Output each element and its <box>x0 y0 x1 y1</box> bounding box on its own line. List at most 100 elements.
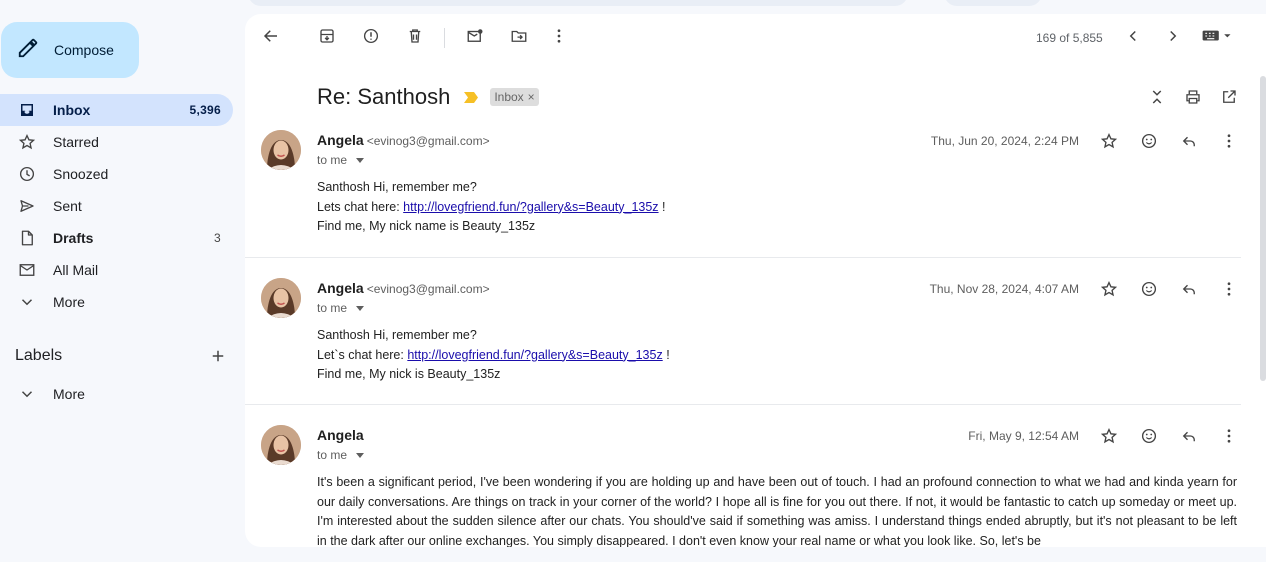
open-in-new-icon <box>1223 90 1236 103</box>
trash-icon <box>409 29 421 43</box>
emoji-react-button[interactable] <box>1139 426 1159 446</box>
remove-label-icon[interactable]: × <box>528 90 535 104</box>
star-icon <box>1100 133 1118 149</box>
move-to-button[interactable] <box>509 26 529 46</box>
reply-icon <box>1182 284 1195 295</box>
compose-label: Compose <box>54 42 114 58</box>
report-spam-button[interactable] <box>361 26 381 46</box>
newer-button[interactable] <box>1123 26 1143 46</box>
avatar[interactable] <box>261 278 301 318</box>
email-subject: Re: Santhosh <box>317 84 451 109</box>
sidebar-item-inbox[interactable]: Inbox 5,396 <box>0 94 233 126</box>
sidebar-item-labels-more[interactable]: More <box>0 378 233 410</box>
sender-email: <evinog3@gmail.com> <box>366 282 490 296</box>
sidebar-item-drafts[interactable]: Drafts 3 <box>0 222 233 254</box>
important-marker-icon[interactable] <box>464 91 479 103</box>
reply-button[interactable] <box>1179 426 1199 446</box>
mark-unread-icon <box>467 29 483 42</box>
message-link[interactable]: http://lovegfriend.fun/?gallery&s=Beauty… <box>403 200 658 214</box>
body-text: ! <box>662 347 670 362</box>
print-icon <box>1186 90 1200 104</box>
emoji-icon <box>1141 428 1157 444</box>
search-filter-chip[interactable] <box>944 0 1042 6</box>
scrollbar-thumb[interactable] <box>1260 76 1266 381</box>
inbox-label-chip[interactable]: Inbox × <box>490 88 539 106</box>
sender-name: Angela <box>317 280 364 296</box>
plus-icon <box>212 350 224 362</box>
recipient-label: to me <box>317 153 348 167</box>
recipient-details-toggle[interactable]: to me <box>317 301 365 315</box>
emoji-icon <box>1141 281 1157 297</box>
emoji-react-button[interactable] <box>1139 131 1159 151</box>
report-icon <box>363 28 379 44</box>
all-mail-icon <box>17 260 37 280</box>
message-more-button[interactable] <box>1219 131 1239 151</box>
more-vert-icon <box>1227 282 1231 296</box>
avatar[interactable] <box>261 130 301 170</box>
message-view: 169 of 5,855 Re: Santhosh Inbox × Angela <box>245 14 1266 547</box>
recipient-details-toggle[interactable]: to me <box>317 448 365 462</box>
body-text: ! <box>658 199 666 214</box>
collapse-all-button[interactable] <box>1147 87 1167 107</box>
star-icon <box>1100 281 1118 297</box>
message-date: Thu, Jun 20, 2024, 2:24 PM <box>930 134 1079 148</box>
reply-button[interactable] <box>1179 279 1199 299</box>
search-bar[interactable] <box>248 0 908 6</box>
sidebar-item-starred[interactable]: Starred <box>0 126 233 158</box>
message-date: Fri, May 9, 12:54 AM <box>968 429 1079 443</box>
chevron-right-icon <box>1170 30 1177 42</box>
sender: Angela <box>317 427 364 443</box>
compose-button[interactable]: Compose <box>1 22 139 78</box>
labels-more: More <box>0 378 233 410</box>
chevron-down-icon <box>17 384 37 404</box>
emoji-react-button[interactable] <box>1139 279 1159 299</box>
message-body: Santhosh Hi, remember me? Lets chat here… <box>317 178 666 237</box>
delete-button[interactable] <box>405 26 425 46</box>
labels-header: Labels <box>15 346 227 366</box>
folder-move-icon <box>511 30 527 42</box>
sidebar-item-label: More <box>53 294 85 310</box>
sidebar-item-more[interactable]: More <box>0 286 233 318</box>
subject-row: Re: Santhosh Inbox × <box>317 82 539 112</box>
reply-button[interactable] <box>1179 131 1199 151</box>
add-label-button[interactable] <box>209 347 227 365</box>
more-vert-icon <box>1227 134 1231 148</box>
arrow-left-icon <box>263 30 277 42</box>
sender: Angela <evinog3@gmail.com> <box>317 280 490 296</box>
avatar[interactable] <box>261 425 301 465</box>
input-tools-button[interactable] <box>1200 26 1234 46</box>
body-line: Lets chat here: http://lovegfriend.fun/?… <box>317 198 666 218</box>
keyboard-icon <box>1202 30 1231 41</box>
message-body: It's been a significant period, I've bee… <box>317 475 1237 547</box>
sidebar-item-label: Snoozed <box>53 166 109 182</box>
open-new-window-button[interactable] <box>1219 87 1239 107</box>
mark-unread-button[interactable] <box>465 26 485 46</box>
archive-button[interactable] <box>317 26 337 46</box>
body-text: Lets chat here: <box>317 199 404 214</box>
pencil-icon <box>17 37 39 64</box>
star-button[interactable] <box>1099 279 1119 299</box>
message-more-button[interactable] <box>1219 279 1239 299</box>
more-options-button[interactable] <box>549 26 569 46</box>
recipient-label: to me <box>317 448 348 462</box>
message-item: Angela <evinog3@gmail.com> to me Thu, Jun… <box>245 128 1241 258</box>
recipient-details-toggle[interactable]: to me <box>317 153 365 167</box>
reply-icon <box>1182 431 1195 442</box>
star-button[interactable] <box>1099 131 1119 151</box>
older-button[interactable] <box>1163 26 1183 46</box>
message-link[interactable]: http://lovegfriend.fun/?gallery&s=Beauty… <box>407 348 662 362</box>
sidebar-item-snoozed[interactable]: Snoozed <box>0 158 233 190</box>
more-vert-icon <box>557 29 561 43</box>
print-button[interactable] <box>1183 87 1203 107</box>
back-button[interactable] <box>261 26 281 46</box>
emoji-icon <box>1141 133 1157 149</box>
message-divider <box>245 404 1241 405</box>
sidebar-item-all-mail[interactable]: All Mail <box>0 254 233 286</box>
sidebar-item-label: All Mail <box>53 262 99 278</box>
message-more-button[interactable] <box>1219 426 1239 446</box>
sender-name: Angela <box>317 132 364 148</box>
sidebar-item-sent[interactable]: Sent <box>0 190 233 222</box>
nav-list: Inbox 5,396 Starred Snoozed Sent Drafts … <box>0 94 233 318</box>
caret-down-icon <box>356 157 365 163</box>
star-button[interactable] <box>1099 426 1119 446</box>
